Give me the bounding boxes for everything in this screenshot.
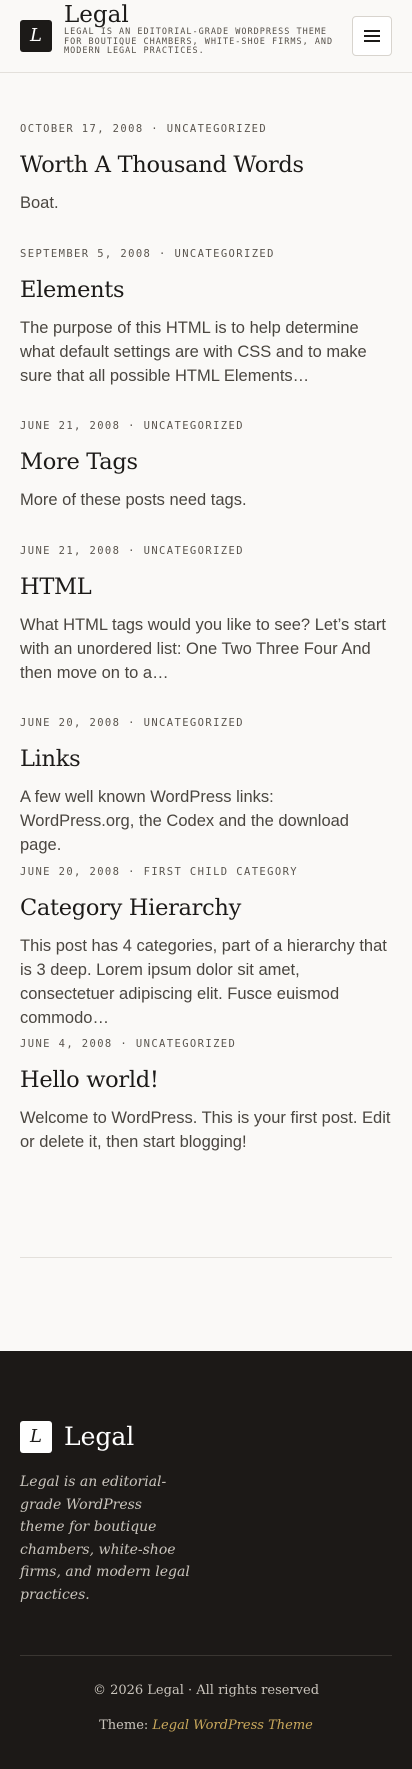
page: L Legal Legal is an editorial-grade Word…: [0, 0, 412, 1769]
post-excerpt: Boat.: [20, 194, 59, 212]
post-meta: June 20, 2008 · Uncategorized: [20, 715, 392, 731]
post-date[interactable]: June 4, 2008: [20, 1038, 113, 1050]
post-category[interactable]: Uncategorized: [167, 123, 267, 135]
meta-separator: ·: [128, 717, 136, 729]
meta-separator: ·: [151, 123, 160, 135]
post-meta: June 20, 2008 · First Child Category: [20, 864, 392, 880]
site-tagline: Legal is an editorial-grade WordPress th…: [64, 27, 334, 56]
post-meta: June 4, 2008 · Uncategorized: [20, 1036, 392, 1052]
post-title[interactable]: More Tags: [20, 448, 392, 476]
post-item: June 20, 2008 · Uncategorized Links A fe…: [20, 715, 392, 857]
post-category[interactable]: Uncategorized: [144, 717, 244, 729]
meta-separator: ·: [120, 1038, 129, 1050]
post-title[interactable]: Links: [20, 745, 392, 773]
post-date[interactable]: June 20, 2008: [20, 866, 120, 878]
post-category[interactable]: Uncategorized: [144, 545, 244, 557]
content-divider: [20, 1257, 392, 1258]
post-title[interactable]: Category Hierarchy: [20, 894, 392, 922]
post-category[interactable]: Uncategorized: [144, 420, 244, 432]
post-category[interactable]: First Child Category: [144, 866, 298, 878]
post-date[interactable]: June 20, 2008: [20, 717, 120, 729]
post-title[interactable]: Worth A Thousand Words: [20, 151, 392, 179]
menu-toggle-button[interactable]: [352, 16, 392, 56]
hamburger-icon: [364, 30, 380, 42]
post-excerpt: A few well known WordPress links: WordPr…: [20, 788, 349, 854]
copyright-text: © 2026 Legal · All rights reserved: [92, 1683, 320, 1698]
post-meta: October 17, 2008 · Uncategorized: [20, 121, 392, 137]
site-title[interactable]: Legal: [64, 1, 129, 29]
post-item: June 4, 2008 · Uncategorized Hello world…: [20, 1036, 392, 1154]
meta-separator: ·: [128, 545, 136, 557]
post-meta: September 5, 2008 · Uncategorized: [20, 246, 392, 262]
post-category[interactable]: Uncategorized: [174, 248, 274, 260]
post-title[interactable]: Hello world!: [20, 1066, 392, 1094]
post-meta: June 21, 2008 · Uncategorized: [20, 543, 392, 559]
post-item: June 21, 2008 · Uncategorized More Tags …: [20, 418, 392, 512]
theme-credit: Theme: Legal WordPress Theme: [0, 1716, 412, 1736]
post-item: June 21, 2008 · Uncategorized HTML What …: [20, 543, 392, 685]
theme-label: Theme:: [99, 1718, 149, 1733]
post-date[interactable]: September 5, 2008: [20, 248, 151, 260]
theme-link[interactable]: Legal WordPress Theme: [152, 1718, 312, 1733]
footer-divider: [20, 1655, 392, 1656]
footer-logo[interactable]: L: [20, 1421, 52, 1453]
post-meta: June 21, 2008 · Uncategorized: [20, 418, 392, 434]
post-category[interactable]: Uncategorized: [136, 1038, 236, 1050]
footer-site-title[interactable]: Legal: [64, 1421, 134, 1453]
post-title[interactable]: Elements: [20, 276, 392, 304]
site-header: L Legal Legal is an editorial-grade Word…: [0, 0, 412, 73]
post-excerpt: This post has 4 categories, part of a hi…: [20, 937, 387, 1027]
post-excerpt: More of these posts need tags.: [20, 491, 247, 509]
post-date[interactable]: June 21, 2008: [20, 545, 120, 557]
meta-separator: ·: [128, 420, 136, 432]
meta-separator: ·: [159, 248, 167, 260]
post-item: September 5, 2008 · Uncategorized Elemen…: [20, 246, 392, 388]
footer-description: Legal is an editorial-grade WordPress th…: [20, 1474, 190, 1603]
post-excerpt: What HTML tags would you like to see? Le…: [20, 616, 386, 682]
site-logo[interactable]: L: [20, 20, 52, 52]
meta-separator: ·: [128, 866, 136, 878]
post-excerpt: The purpose of this HTML is to help dete…: [20, 319, 367, 385]
post-date[interactable]: October 17, 2008: [20, 123, 144, 135]
post-item: October 17, 2008 · Uncategorized Worth A…: [20, 121, 392, 215]
post-date[interactable]: June 21, 2008: [20, 420, 120, 432]
site-footer: L Legal Legal is an editorial-grade Word…: [0, 1351, 412, 1769]
post-item: June 20, 2008 · First Child Category Cat…: [20, 864, 392, 1030]
post-excerpt: Welcome to WordPress. This is your first…: [20, 1109, 391, 1151]
post-title[interactable]: HTML: [20, 573, 392, 601]
